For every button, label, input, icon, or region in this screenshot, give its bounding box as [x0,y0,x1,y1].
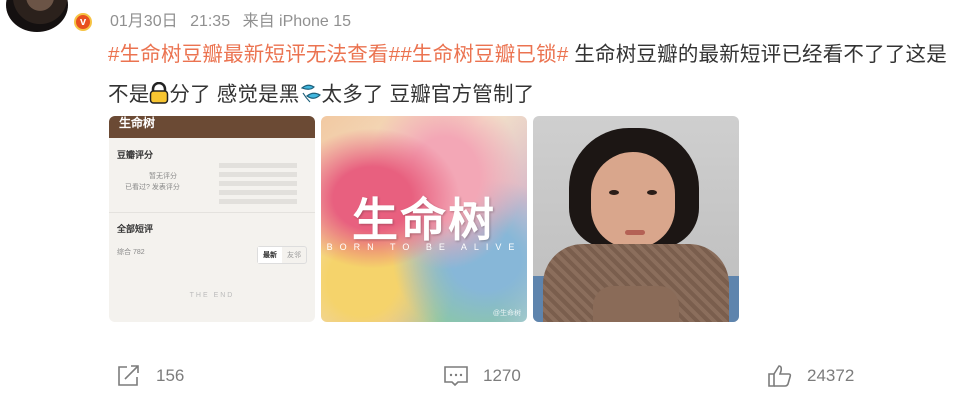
poster-subtitle: BORN TO BE ALIVE [326,242,522,252]
post-source: 来自 iPhone 15 [242,13,352,30]
post-text: #生命树豆瓣最新短评无法查看##生命树豆瓣已锁# 生命树豆瓣的最新短评已经看不了… [108,35,948,115]
repost-count: 156 [156,366,185,385]
poster-image[interactable]: 生命树 BORN TO BE ALIVE @生命树 [321,116,527,322]
rating-bar [219,172,297,177]
comment-count: 1270 [483,366,521,385]
divider [109,212,315,213]
poster-watermark: @生命树 [492,310,521,317]
post-time[interactable]: 21:35 [190,13,230,30]
douban-screenshot-image[interactable]: 生命树 豆瓣评分 暂无评分 已看过? 发表评分 全部短评 综合 782 热门 最… [109,116,315,322]
portrait-scarf-knot [593,286,679,322]
screenshot-watched: 已看过? 发表评分 [125,184,180,191]
screenshot-tab-active: 最新 [258,247,282,263]
action-bar: 156 1270 24372 [0,364,960,388]
rating-bar [219,181,297,186]
portrait-image[interactable] [533,116,739,322]
image-grid: 生命树 豆瓣评分 暂无评分 已看过? 发表评分 全部短评 综合 782 热门 最… [109,116,739,322]
screenshot-all-reviews: 全部短评 [117,224,154,234]
screenshot-tab: 友邻 [287,252,301,259]
like-button[interactable]: 24372 [767,364,854,388]
portrait-eye [647,190,657,195]
hashtag-link[interactable]: #生命树豆瓣最新短评无法查看# [108,43,400,66]
thumbs-up-icon [768,365,792,387]
portrait-mouth [625,230,645,235]
post-date[interactable]: 01月30日 [110,13,178,30]
screenshot-tabs: 热门 最新 友邻 [257,246,307,264]
like-count: 24372 [807,366,855,385]
avatar[interactable] [6,0,68,32]
lock-emoji-icon [149,82,169,104]
verified-badge-icon: v [74,13,92,31]
hashtag-link[interactable]: #生命树豆瓣已锁# [400,43,568,66]
comment-icon [444,366,468,387]
rating-bar [219,163,297,168]
comment-button[interactable]: 1270 [443,364,521,388]
repost-button[interactable]: 156 [116,364,184,388]
screenshot-filter: 综合 782 [117,249,145,256]
screenshot-no-rating: 暂无评分 [149,173,177,180]
poster-title: 生命树 [352,193,496,247]
screenshot-header: 生命树 [109,116,315,138]
portrait-eye [609,190,619,195]
rating-bar [219,190,297,195]
post-text-part: 分了 感觉是黑 [169,83,300,106]
water-emoji-icon [300,82,322,104]
repost-icon [118,365,139,386]
screenshot-end: THE END [189,292,235,299]
post-text-part: 太多了 豆瓣官方管制了 [321,83,535,106]
screenshot-rating-title: 豆瓣评分 [117,150,154,160]
post-meta: 01月30日 21:35 来自 iPhone 15 [110,7,359,31]
rating-bar [219,199,297,204]
